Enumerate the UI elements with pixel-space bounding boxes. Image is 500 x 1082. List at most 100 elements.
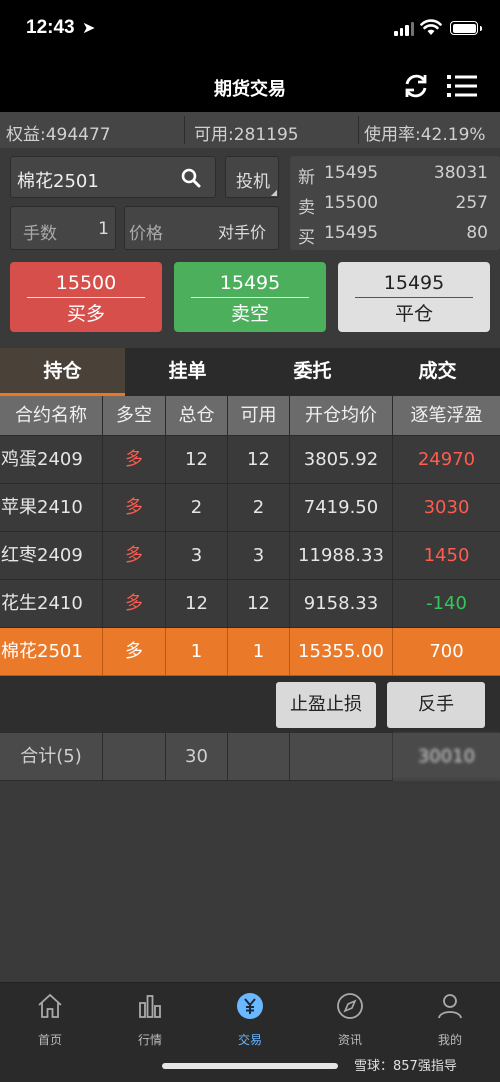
tabbar-home[interactable]: 首页: [0, 991, 100, 1048]
divider: [191, 297, 309, 298]
cell-direction: 多: [103, 436, 166, 484]
cell-available: 3: [228, 532, 290, 580]
quote-ask: 卖 15500 257: [298, 189, 488, 219]
cell-contract: 棉花2501: [0, 628, 103, 676]
sell-price: 15495: [219, 272, 281, 294]
table-header: 合约名称 多空 总仓 可用 开仓均价 逐笔浮盈: [0, 396, 500, 436]
table-row[interactable]: 苹果2410 多 2 2 7419.50 3030: [0, 484, 500, 532]
position-tabs: 持仓 挂单 委托 成交: [0, 348, 500, 396]
divider: [27, 297, 145, 298]
quote-volume: 80: [466, 223, 488, 243]
cell-direction: 多: [103, 532, 166, 580]
wifi-icon: [420, 19, 442, 35]
quantity-value: 1: [98, 219, 109, 239]
quote-label: 买: [298, 228, 315, 248]
tab-orders[interactable]: 委托: [250, 348, 375, 396]
home-icon: [38, 993, 62, 1018]
available-value: 可用:281195: [194, 125, 299, 145]
quote-latest: 新 15495 38031: [298, 159, 488, 189]
table-row[interactable]: 鸡蛋2409 多 12 12 3805.92 24970: [0, 436, 500, 484]
cell-float-pnl: 24970: [393, 436, 500, 484]
quantity-field[interactable]: 手数 1: [10, 206, 116, 250]
table-row[interactable]: 红枣2409 多 3 3 11988.33 1450: [0, 532, 500, 580]
order-type-select[interactable]: 投机 ◢: [225, 156, 279, 198]
quote-price: 15500: [324, 193, 379, 213]
tabbar-label: 资讯: [337, 1033, 362, 1047]
header-contract: 合约名称: [0, 396, 103, 436]
tabbar-label: 交易: [237, 1033, 262, 1047]
dropdown-corner-icon: ◢: [270, 188, 277, 197]
totals-total: 30: [166, 733, 228, 781]
tab-pending[interactable]: 挂单: [125, 348, 250, 396]
cell-avg-price: 11988.33: [290, 532, 393, 580]
tab-positions[interactable]: 持仓: [0, 348, 125, 396]
divider: [184, 116, 185, 144]
menu-list-icon[interactable]: [446, 72, 478, 100]
price-value: 对手价: [217, 223, 266, 242]
order-type-value: 投机: [236, 172, 270, 192]
cell-contract: 花生2410: [0, 580, 103, 628]
cell-float-pnl: 3030: [393, 484, 500, 532]
close-label: 平仓: [394, 303, 433, 325]
sell-short-button[interactable]: 15495 卖空: [174, 262, 326, 332]
cell-float-pnl: 1450: [393, 532, 500, 580]
nav-bar: 期货交易: [0, 62, 500, 112]
tabbar-profile[interactable]: 我的: [400, 991, 500, 1048]
quote-price: 15495: [324, 223, 379, 243]
tabbar-trade[interactable]: 交易: [200, 991, 300, 1048]
cell-avg-price: 3805.92: [290, 436, 393, 484]
cell-contract: 鸡蛋2409: [0, 436, 103, 484]
battery-icon: [450, 21, 482, 35]
close-price: 15495: [383, 272, 445, 294]
divider: [355, 297, 473, 298]
chart-icon: [139, 995, 161, 1018]
totals-empty: [290, 733, 393, 781]
table-row-selected[interactable]: 棉花2501 多 1 1 15355.00 700: [0, 628, 500, 676]
close-position-button[interactable]: 15495 平仓: [338, 262, 490, 332]
cell-direction: 多: [103, 580, 166, 628]
quote-volume: 38031: [433, 163, 488, 183]
yuan-icon: [237, 993, 263, 1019]
usage-rate: 使用率:42.19%: [364, 125, 486, 145]
price-label: 价格: [129, 224, 163, 244]
buy-long-button[interactable]: 15500 买多: [10, 262, 162, 332]
totals-empty: [103, 733, 166, 781]
quote-price: 15495: [324, 163, 379, 183]
cell-avg-price: 9158.33: [290, 580, 393, 628]
divider: [358, 116, 359, 144]
cell-direction: 多: [103, 628, 166, 676]
quote-label: 卖: [298, 198, 315, 218]
take-profit-stop-loss-button[interactable]: 止盈止损: [276, 682, 376, 728]
sell-label: 卖空: [230, 303, 269, 325]
refresh-icon[interactable]: [402, 72, 430, 100]
search-icon[interactable]: [181, 168, 201, 188]
cell-total: 1: [166, 628, 228, 676]
totals-empty: [228, 733, 290, 781]
cell-available: 12: [228, 580, 290, 628]
reverse-button[interactable]: 反手: [387, 682, 485, 728]
header-float-pnl: 逐笔浮盈: [393, 396, 500, 436]
header-direction: 多空: [103, 396, 166, 436]
cell-float-pnl: 700: [393, 628, 500, 676]
cell-total: 12: [166, 436, 228, 484]
person-icon: [438, 994, 462, 1019]
header-total: 总仓: [166, 396, 228, 436]
watermark-text: 雪球：857强指导: [354, 1059, 457, 1074]
status-bar: 12:43 ➤: [0, 0, 500, 62]
tabbar-news[interactable]: 资讯: [300, 991, 400, 1048]
tabbar-label: 首页: [37, 1033, 62, 1047]
table-row[interactable]: 花生2410 多 12 12 9158.33 -140: [0, 580, 500, 628]
tabbar-market[interactable]: 行情: [100, 991, 200, 1048]
contract-search-field[interactable]: 棉花2501: [10, 156, 216, 198]
tabbar-label: 行情: [137, 1033, 162, 1047]
quote-bid: 买 15495 80: [298, 219, 488, 249]
cell-avg-price: 7419.50: [290, 484, 393, 532]
quantity-label: 手数: [23, 224, 57, 244]
cell-available: 2: [228, 484, 290, 532]
header-available: 可用: [228, 396, 290, 436]
account-summary: 权益:494477 可用:281195 使用率:42.19%: [0, 112, 500, 148]
home-indicator[interactable]: [162, 1063, 338, 1069]
totals-row: 合计(5) 30 30010: [0, 733, 500, 781]
price-field[interactable]: 价格 对手价: [124, 206, 279, 250]
tab-trades[interactable]: 成交: [375, 348, 500, 396]
